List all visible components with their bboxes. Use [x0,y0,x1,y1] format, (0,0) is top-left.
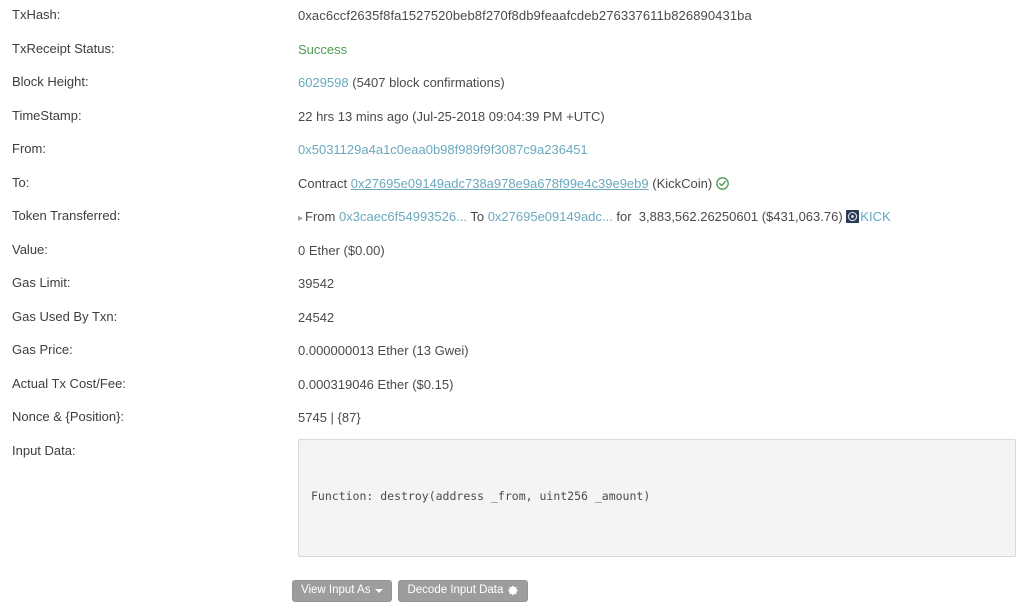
label-gas-limit: Gas Limit: [12,275,71,290]
value-gas-used: 24542 [297,302,1024,336]
table-row-gas-limit: Gas Limit: 39542 [0,268,1024,302]
gas-price-text: 0.000000013 Ether (13 Gwei) [298,343,469,358]
label-token-transferred: Token Transferred: [12,208,121,223]
value-actual-tx-cost: 0.000319046 Ether ($0.15) [297,369,1024,403]
transfer-amount-text: 3,883,562.26250601 [638,209,759,224]
gear-icon [508,585,519,596]
block-height-link[interactable]: 6029598 [298,75,349,90]
kick-token-link[interactable]: KICK [860,209,890,224]
block-confirmations-text: (5407 block confirmations) [352,75,505,90]
table-row-gas-used: Gas Used By Txn: 24542 [0,302,1024,336]
contract-prefix-label: Contract [298,175,348,191]
table-row-value: Value: 0 Ether ($0.00) [0,235,1024,269]
value-txhash: 0xac6ccf2635f8fa1527520beb8f270f8db9feaa… [297,0,1024,34]
value-text: 0 Ether ($0.00) [298,242,385,258]
table-row-block-height: Block Height: 6029598 (5407 block confir… [0,67,1024,101]
label-nonce: Nonce & {Position}: [12,409,125,424]
from-address-link[interactable]: 0x5031129a4a1c0eaa0b98f989f9f3087c9a2364… [298,142,588,157]
value-from: 0x5031129a4a1c0eaa0b98f989f9f3087c9a2364… [297,134,1024,168]
table-row-gas-price: Gas Price: 0.000000013 Ether (13 Gwei) [0,335,1024,369]
table-row-token-transferred: Token Transferred: ▸ From 0x3caec6f549935… [0,201,1024,235]
timestamp-text: 22 hrs 13 mins ago (Jul-25-2018 09:04:39… [298,108,605,124]
input-data-button-bar: View Input As Decode Input Data [292,580,529,602]
transfer-to-label: To [470,209,485,224]
label-input-data: Input Data: [12,442,76,458]
table-row-to: To: Contract 0x27695e09149adc738a978e9a6… [0,168,1024,202]
transaction-details-table: TxHash: 0xac6ccf2635f8fa1527520beb8f270f… [0,0,1024,558]
label-value: Value: [12,241,48,257]
transfer-usd-value-text: ($431,063.76) [761,209,843,224]
token-name-text: (KickCoin) [652,175,713,191]
table-row-txreceipt-status: TxReceipt Status: Success [0,34,1024,68]
value-block-height: 6029598 (5407 block confirmations) [297,67,1024,101]
to-contract-address-link[interactable]: 0x27695e09149adc738a978e9a678f99e4c39e9e… [351,176,649,191]
input-data-function-line: Function: destroy(address _from, uint256… [311,488,651,503]
value-gas-price: 0.000000013 Ether (13 Gwei) [297,335,1024,369]
view-input-as-button[interactable]: View Input As [292,580,393,602]
label-to: To: [12,174,30,190]
label-txreceipt-status: TxReceipt Status: [12,40,115,56]
gas-used-text: 24542 [298,309,335,325]
transfer-from-label: From [305,209,336,224]
value-value: 0 Ether ($0.00) [297,235,1024,269]
code-spacer [311,542,1003,555]
table-row-timestamp: TimeStamp: 22 hrs 13 mins ago (Jul-25-20… [0,101,1024,135]
input-data-code-panel[interactable]: Function: destroy(address _from, uint256… [298,438,1016,557]
kick-token-icon [846,210,860,223]
decode-input-data-label: Decode Input Data [407,584,504,596]
transfer-to-address-link[interactable]: 0x27695e09149adc... [488,209,613,224]
chevron-down-icon [375,588,384,593]
actual-tx-cost-text: 0.000319046 Ether ($0.15) [298,376,454,392]
transfer-from-address-link[interactable]: 0x3caec6f54993526... [339,209,467,224]
label-gas-used: Gas Used By Txn: [12,308,118,324]
table-row-nonce: Nonce & {Position}: 5745 | {87} [0,402,1024,436]
label-block-height: Block Height: [12,74,89,89]
value-txreceipt-status: Success [297,34,1024,68]
label-timestamp: TimeStamp: [12,107,82,123]
label-from: From: [12,141,46,156]
label-actual-tx-cost: Actual Tx Cost/Fee: [12,375,126,391]
transfer-for-label: for [616,209,632,224]
value-nonce: 5745 | {87} [297,402,1024,436]
value-token-transferred: ▸ From 0x3caec6f54993526... To 0x27695e09… [297,201,1024,235]
txhash-text: 0xac6ccf2635f8fa1527520beb8f270f8db9feaa… [298,8,752,23]
check-circle-icon [716,176,730,190]
table-row-input-data: Input Data: Function: destroy(address _f… [0,436,1024,558]
decode-input-data-button[interactable]: Decode Input Data [398,580,529,602]
value-timestamp: 22 hrs 13 mins ago (Jul-25-2018 09:04:39… [297,101,1024,135]
label-txhash: TxHash: [12,7,61,22]
gas-limit-text: 39542 [298,276,335,291]
label-gas-price: Gas Price: [12,342,73,357]
value-to: Contract 0x27695e09149adc738a978e9a678f9… [297,168,1024,202]
nonce-text: 5745 | {87} [298,410,361,425]
view-input-as-label: View Input As [301,584,371,596]
table-row-from: From: 0x5031129a4a1c0eaa0b98f989f9f3087c… [0,134,1024,168]
table-row-actual-tx-cost: Actual Tx Cost/Fee: 0.000319046 Ether ($… [0,369,1024,403]
bullet-arrow-icon: ▸ [298,213,304,224]
value-gas-limit: 39542 [297,268,1024,302]
status-badge: Success [298,41,348,57]
value-input-data: Function: destroy(address _from, uint256… [297,436,1024,558]
table-row-txhash: TxHash: 0xac6ccf2635f8fa1527520beb8f270f… [0,0,1024,34]
